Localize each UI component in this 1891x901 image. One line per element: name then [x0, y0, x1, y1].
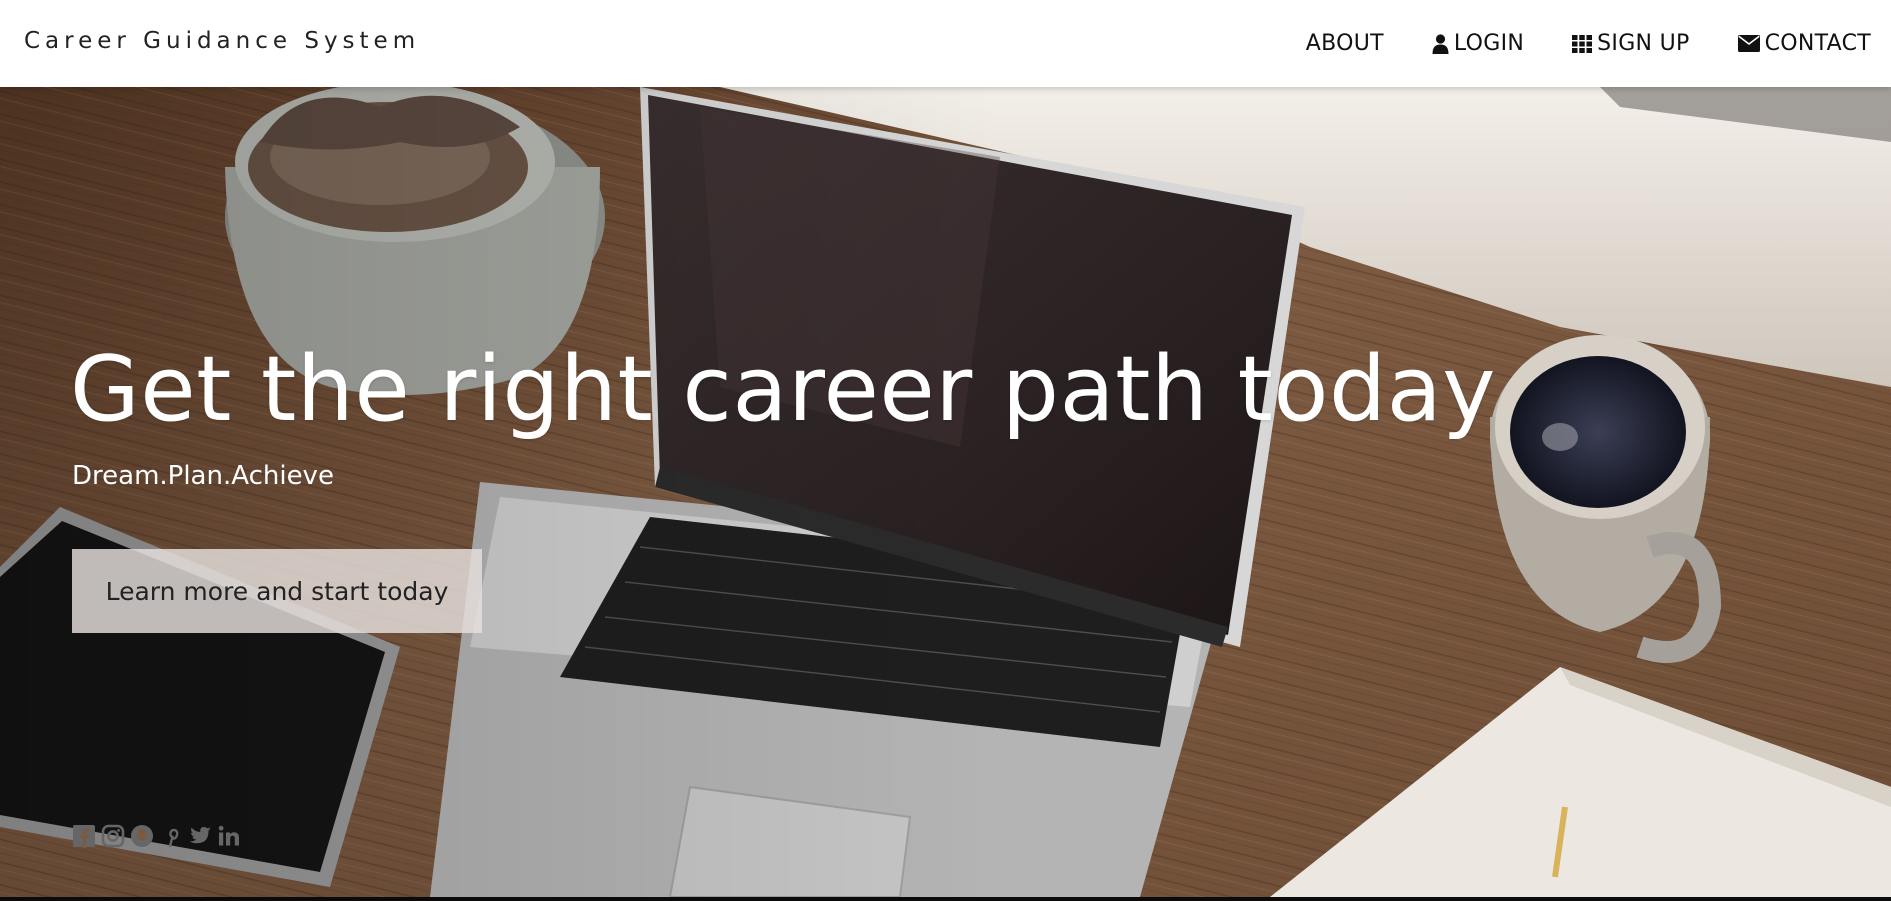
snapchat-icon[interactable] — [130, 824, 154, 848]
social-links — [72, 824, 241, 848]
main-nav: ABOUT LOGIN SIGN UP CONTACT — [1258, 0, 1871, 87]
top-navbar: Career Guidance System ABOUT LOGIN SIGN … — [0, 0, 1891, 87]
envelope-icon — [1737, 35, 1760, 52]
hero-section: Get the right career path today Dream.Pl… — [0, 87, 1891, 897]
nav-login[interactable]: LOGIN — [1432, 31, 1524, 56]
facebook-icon[interactable] — [72, 824, 96, 848]
hero-background-image — [0, 87, 1891, 897]
nav-about[interactable]: ABOUT — [1306, 31, 1384, 56]
nav-signup[interactable]: SIGN UP — [1572, 31, 1689, 56]
nav-contact-label: CONTACT — [1764, 31, 1871, 56]
nav-about-label: ABOUT — [1305, 31, 1384, 56]
learn-more-button[interactable]: Learn more and start today — [72, 549, 482, 633]
instagram-icon[interactable] — [101, 824, 125, 848]
hero-title: Get the right career path today — [70, 337, 1497, 443]
nav-signup-label: SIGN UP — [1597, 31, 1690, 56]
pinterest-icon[interactable] — [159, 824, 183, 848]
nav-contact[interactable]: CONTACT — [1737, 31, 1871, 56]
user-icon — [1432, 33, 1449, 54]
brand-title[interactable]: Career Guidance System — [24, 28, 420, 54]
nav-login-label: LOGIN — [1453, 31, 1525, 56]
page-bottom-border — [0, 897, 1891, 901]
grid-icon — [1572, 34, 1593, 53]
hero-subtitle: Dream.Plan.Achieve — [72, 461, 334, 491]
linkedin-icon[interactable] — [217, 824, 241, 848]
twitter-icon[interactable] — [188, 824, 212, 848]
